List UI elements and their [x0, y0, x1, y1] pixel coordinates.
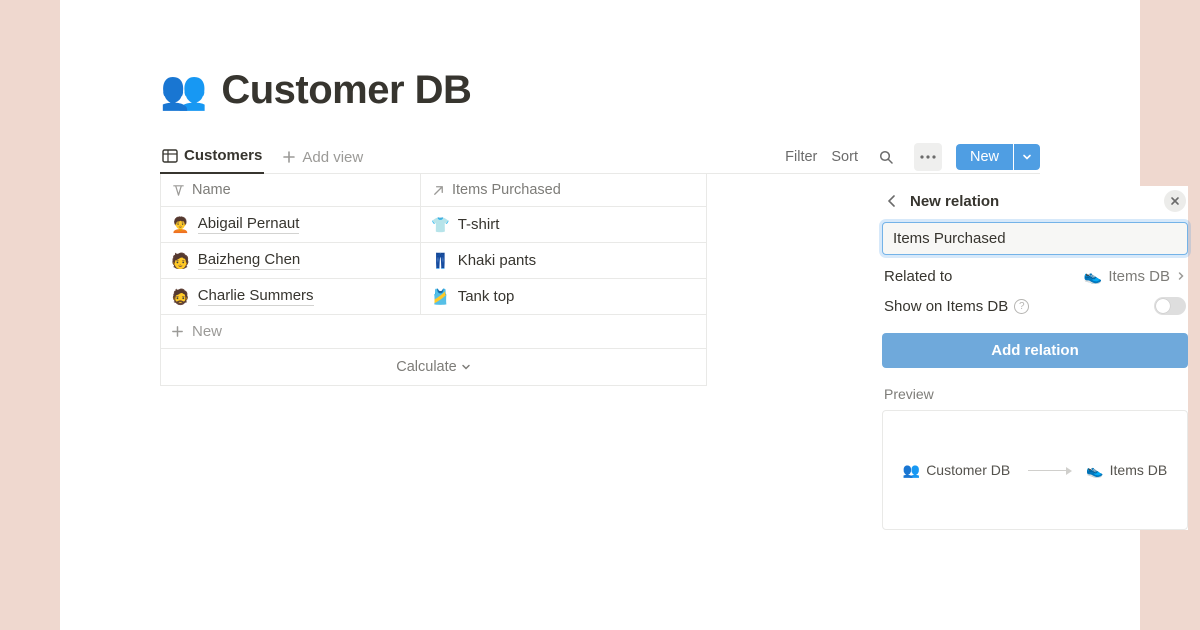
add-view-button[interactable]: Add view: [282, 149, 363, 166]
column-header-items[interactable]: Items Purchased: [421, 174, 706, 207]
add-row-label: New: [192, 323, 222, 340]
cell-item: T-shirt: [458, 216, 500, 233]
chevron-down-icon: [1022, 152, 1032, 162]
more-button[interactable]: [914, 143, 942, 171]
table-row[interactable]: 🧔 Charlie Summers 🎽 Tank top: [161, 279, 706, 315]
page-title: Customer DB: [221, 68, 471, 113]
show-on-row: Show on Items DB ?: [882, 285, 1188, 315]
close-button[interactable]: [1164, 190, 1186, 212]
preview-left-icon: 👥: [903, 462, 920, 479]
arrow-right-icon: [1028, 470, 1068, 471]
plus-icon: [171, 325, 184, 338]
table-row[interactable]: 🧑 Baizheng Chen 👖 Khaki pants: [161, 243, 706, 279]
cell-name: Baizheng Chen: [198, 251, 301, 270]
cell-name: Abigail Pernaut: [198, 215, 300, 234]
filter-button[interactable]: Filter: [785, 149, 817, 165]
new-relation-panel: New relation Related to 👟 Items DB Show …: [882, 186, 1188, 530]
ellipsis-icon: [920, 155, 936, 159]
avatar-icon: 🧔: [171, 288, 190, 306]
new-button-group: New: [956, 144, 1040, 170]
help-icon[interactable]: ?: [1014, 299, 1029, 314]
page-header: 👥 Customer DB: [160, 68, 1040, 113]
tab-label: Customers: [184, 147, 262, 164]
item-icon: 👖: [431, 252, 450, 270]
show-on-label: Show on Items DB: [884, 298, 1008, 315]
avatar-icon: 🧑‍🦱: [171, 216, 190, 234]
item-icon: 🎽: [431, 288, 450, 306]
cell-item: Tank top: [458, 288, 515, 305]
plus-icon: [282, 150, 296, 164]
cell-item: Khaki pants: [458, 252, 536, 269]
add-relation-button[interactable]: Add relation: [882, 333, 1188, 368]
back-button[interactable]: [884, 193, 900, 209]
preview-label: Preview: [882, 368, 1188, 410]
preview-right-label: Items DB: [1110, 462, 1168, 478]
new-button-dropdown[interactable]: [1014, 144, 1040, 170]
relation-preview: 👥 Customer DB 👟 Items DB: [882, 410, 1188, 530]
table-header: Name Items Purchased: [161, 174, 706, 207]
cell-name: Charlie Summers: [198, 287, 314, 306]
arrow-left-icon: [884, 193, 900, 209]
view-tabs-bar: Customers Add view Filter Sort New: [160, 141, 1040, 174]
page-card: 👥 Customer DB Customers Add view Filter …: [60, 0, 1140, 630]
close-icon: [1170, 196, 1180, 206]
avatar-icon: 🧑: [171, 252, 190, 270]
panel-title: New relation: [910, 193, 1154, 210]
add-view-label: Add view: [302, 149, 363, 166]
page-icon[interactable]: 👥: [160, 72, 207, 110]
column-name-label: Name: [192, 182, 231, 198]
search-button[interactable]: [872, 143, 900, 171]
search-icon: [878, 149, 894, 165]
new-button[interactable]: New: [956, 144, 1013, 170]
text-property-icon: [171, 183, 186, 198]
sort-button[interactable]: Sort: [831, 149, 858, 165]
related-to-row[interactable]: Related to 👟 Items DB: [882, 255, 1188, 285]
view-tabs-left: Customers Add view: [160, 141, 363, 173]
show-on-toggle[interactable]: [1154, 297, 1186, 315]
preview-right-icon: 👟: [1086, 462, 1103, 479]
column-header-name[interactable]: Name: [161, 174, 421, 207]
table-row[interactable]: 🧑‍🦱 Abigail Pernaut 👕 T-shirt: [161, 207, 706, 243]
calculate-label: Calculate: [396, 359, 456, 375]
table-icon: [162, 148, 178, 164]
calculate-button[interactable]: Calculate: [161, 348, 706, 385]
add-row-button[interactable]: New: [161, 315, 706, 348]
relation-property-icon: [431, 183, 446, 198]
related-db-name: Items DB: [1108, 268, 1170, 285]
chevron-right-icon: [1176, 271, 1186, 281]
related-to-label: Related to: [884, 268, 952, 285]
column-items-label: Items Purchased: [452, 182, 561, 198]
view-toolbar: Filter Sort New: [785, 143, 1040, 171]
chevron-down-icon: [461, 362, 471, 372]
tab-customers[interactable]: Customers: [160, 141, 264, 174]
customers-table: Name Items Purchased 🧑‍🦱 Abigail Pernaut…: [160, 174, 707, 386]
related-db-icon: 👟: [1084, 267, 1103, 285]
panel-header: New relation: [882, 186, 1188, 222]
item-icon: 👕: [431, 216, 450, 234]
preview-left-label: Customer DB: [926, 462, 1010, 478]
relation-name-input[interactable]: [882, 222, 1188, 255]
